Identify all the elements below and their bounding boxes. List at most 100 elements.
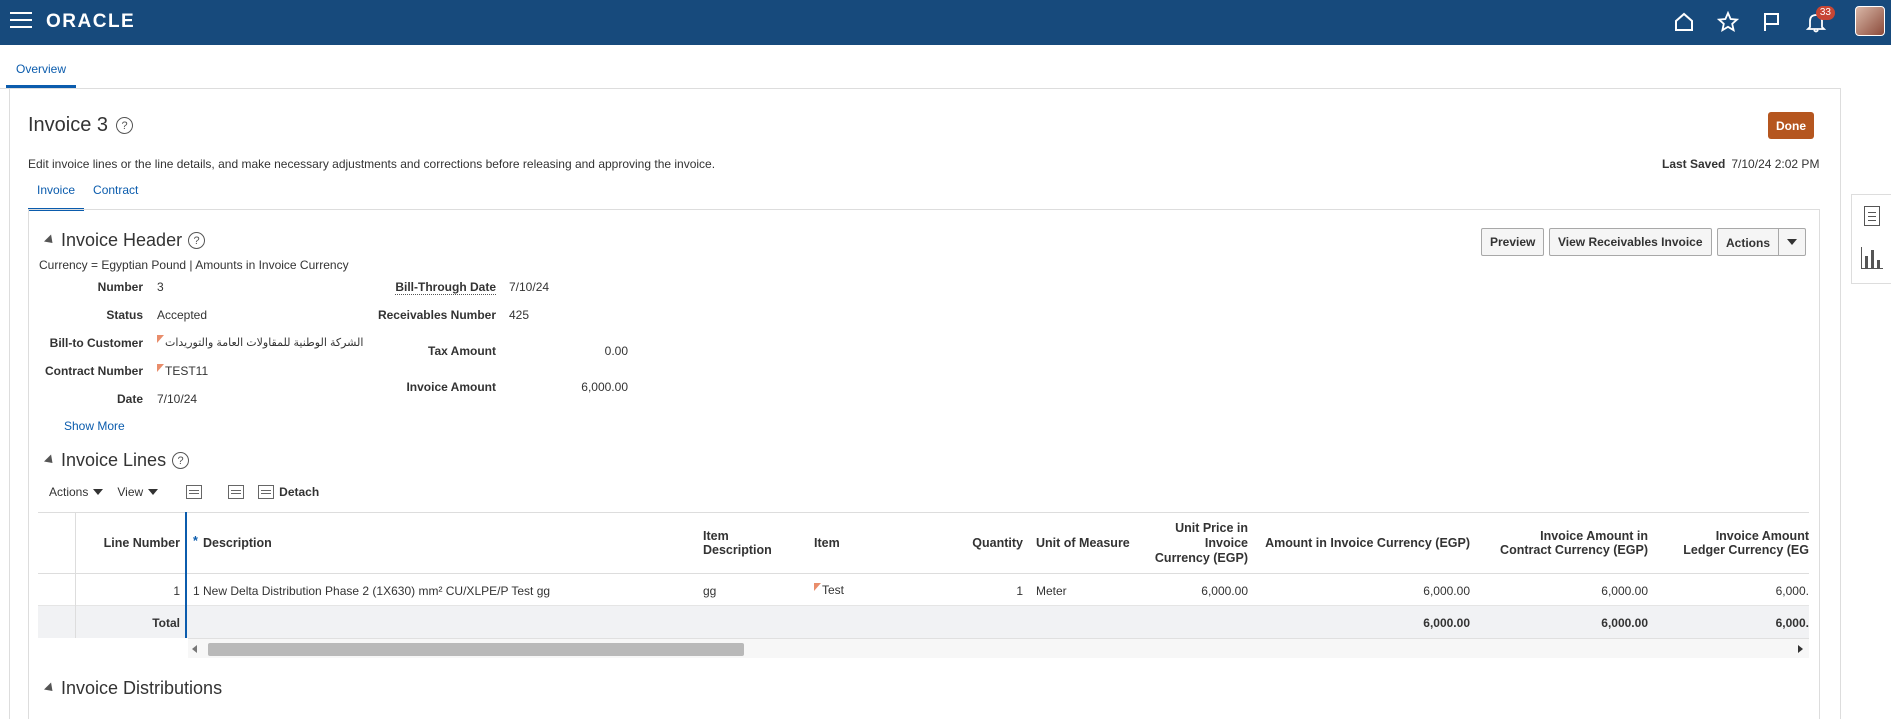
cell-item-text: Test	[822, 583, 845, 597]
notification-count-badge: 33	[1815, 6, 1835, 20]
scroll-right-icon[interactable]	[1798, 645, 1803, 653]
help-icon[interactable]: ?	[116, 117, 133, 134]
help-icon[interactable]: ?	[172, 452, 190, 469]
col-item-description[interactable]: Item Description	[703, 529, 772, 557]
col-amount-ledger-line2: Ledger Currency (EG	[1683, 543, 1809, 557]
table-row[interactable]: 1 1 New Delta Distribution Phase 2 (1X63…	[38, 574, 1809, 606]
row-selector-column	[38, 512, 76, 638]
cell-amount-ledger: 6,000.	[1775, 584, 1809, 598]
bill-through-date-value: 7/10/24	[509, 280, 550, 294]
view-receivables-invoice-button[interactable]: View Receivables Invoice	[1549, 228, 1712, 256]
tab-overview[interactable]: Overview	[6, 50, 77, 88]
actions-menu-button[interactable]: Actions	[1717, 228, 1807, 256]
bill-to-customer-value[interactable]: الشركة الوطنية للمقاولات العامة والتوريد…	[157, 335, 363, 349]
invoice-lines-section-toggle[interactable]: Invoice Lines ?	[43, 450, 190, 471]
col-line-number[interactable]: Line Number	[102, 536, 180, 550]
chevron-down-icon[interactable]	[1779, 229, 1805, 255]
contract-number-label: Contract Number	[44, 364, 143, 378]
bill-to-customer-text: الشركة الوطنية للمقاولات العامة والتوريد…	[165, 337, 364, 349]
collapse-triangle-icon[interactable]	[43, 454, 57, 467]
col-item-description-line1: Item	[703, 529, 729, 543]
col-item-description-line2: Description	[703, 543, 772, 557]
section-title: Invoice Lines	[61, 450, 167, 470]
collapse-triangle-icon[interactable]	[43, 682, 57, 695]
cell-unit-price: 6,000.00	[1201, 584, 1248, 598]
col-unit-price-line3: Currency (EGP)	[1154, 551, 1248, 565]
query-by-example-icon[interactable]	[228, 485, 245, 499]
total-row: Total 6,000.00 6,000.00 6,000.	[38, 606, 1809, 638]
invoice-subtabs: Invoice Contract	[28, 180, 147, 211]
scrollbar-thumb[interactable]	[208, 643, 744, 656]
total-amount-invoice: 6,000.00	[1423, 616, 1470, 630]
receivables-number-value: 425	[509, 308, 530, 322]
view-menu-label: View	[117, 485, 144, 499]
favorites-star-icon[interactable]	[1713, 8, 1743, 36]
flag-icon[interactable]	[1757, 8, 1787, 36]
scroll-left-icon[interactable]	[192, 645, 197, 653]
tab-contract[interactable]: Contract	[84, 180, 147, 211]
contract-number-text: TEST11	[165, 364, 209, 378]
last-saved: Last Saved 7/10/24 2:02 PM	[1662, 157, 1819, 171]
col-unit-price[interactable]: Unit Price in Invoice Currency (EGP)	[1138, 521, 1248, 566]
total-label: Total	[152, 616, 180, 630]
done-button[interactable]: Done	[1768, 112, 1814, 139]
collapse-triangle-icon[interactable]	[43, 234, 57, 247]
contract-number-value[interactable]: TEST11	[157, 364, 208, 378]
horizontal-scrollbar[interactable]	[188, 638, 1809, 658]
side-panel	[1851, 194, 1891, 284]
invoice-distributions-section-toggle[interactable]: Invoice Distributions	[43, 678, 222, 699]
header-icons: 33	[1669, 6, 1835, 36]
chevron-down-icon	[93, 489, 104, 495]
user-avatar[interactable]	[1855, 6, 1885, 36]
page-description: Edit invoice lines or the line details, …	[28, 157, 716, 171]
freeze-columns-icon[interactable]	[186, 485, 203, 499]
analytics-chart-icon[interactable]	[1852, 237, 1891, 279]
col-amount-contract-line1: Invoice Amount in	[1540, 529, 1648, 543]
page-title: Invoice 3	[28, 114, 109, 136]
invoice-amount-value: 6,000.00	[581, 380, 628, 394]
actions-button[interactable]: Actions	[1718, 229, 1780, 255]
detach-button[interactable]: Detach	[258, 485, 319, 499]
tab-invoice[interactable]: Invoice	[28, 180, 85, 211]
flag-icon	[157, 364, 164, 372]
last-saved-label: Last Saved	[1662, 157, 1726, 171]
col-quantity[interactable]: Quantity	[968, 536, 1023, 550]
invoice-header-section-toggle[interactable]: Invoice Header ?	[43, 230, 206, 251]
receivables-number-label: Receivables Number	[377, 308, 496, 322]
show-more-link[interactable]: Show More	[64, 419, 125, 433]
cell-description: 1 New Delta Distribution Phase 2 (1X630)…	[193, 584, 551, 598]
notifications-bell-icon[interactable]: 33	[1801, 6, 1835, 36]
number-label: Number	[97, 280, 143, 294]
tax-amount-value: 0.00	[604, 344, 628, 358]
col-unit-of-measure[interactable]: Unit of Measure	[1036, 536, 1130, 550]
cell-item-description: gg	[703, 584, 717, 598]
col-amount-invoice-currency[interactable]: Amount in Invoice Currency (EGP)	[1258, 536, 1470, 550]
actions-menu-label: Actions	[49, 485, 89, 499]
actions-menu[interactable]: Actions	[49, 485, 104, 499]
cell-uom: Meter	[1036, 584, 1067, 598]
col-amount-ledger-line1: Invoice Amount	[1715, 529, 1809, 543]
flag-icon	[814, 583, 821, 591]
col-amount-contract-line2: Contract Currency (EGP)	[1500, 543, 1648, 557]
col-description[interactable]: Description	[203, 536, 272, 550]
help-icon[interactable]: ?	[188, 232, 206, 249]
section-title: Invoice Header	[61, 230, 183, 250]
col-item[interactable]: Item	[814, 536, 840, 550]
home-icon[interactable]	[1669, 8, 1699, 36]
col-amount-ledger-currency[interactable]: Invoice Amount Ledger Currency (EG	[1668, 529, 1809, 557]
last-saved-value: 7/10/24 2:02 PM	[1731, 157, 1820, 171]
view-menu[interactable]: View	[117, 485, 159, 499]
bill-to-customer-label: Bill-to Customer	[49, 336, 143, 350]
tax-amount-label: Tax Amount	[428, 344, 496, 358]
preview-button[interactable]: Preview	[1481, 228, 1545, 256]
cell-item[interactable]: Test	[814, 583, 844, 597]
document-icon[interactable]	[1852, 195, 1891, 237]
cell-amount-invoice: 6,000.00	[1423, 584, 1470, 598]
col-amount-contract-currency[interactable]: Invoice Amount in Contract Currency (EGP)	[1478, 529, 1648, 557]
divider	[0, 88, 1841, 89]
global-header: ORACLE 33	[0, 0, 1891, 45]
col-unit-price-line1: Unit Price in	[1175, 521, 1248, 535]
menu-icon[interactable]	[10, 12, 32, 30]
oracle-logo[interactable]: ORACLE	[46, 11, 135, 33]
table-header: Line Number * Description Item Descriptio…	[38, 512, 1809, 574]
